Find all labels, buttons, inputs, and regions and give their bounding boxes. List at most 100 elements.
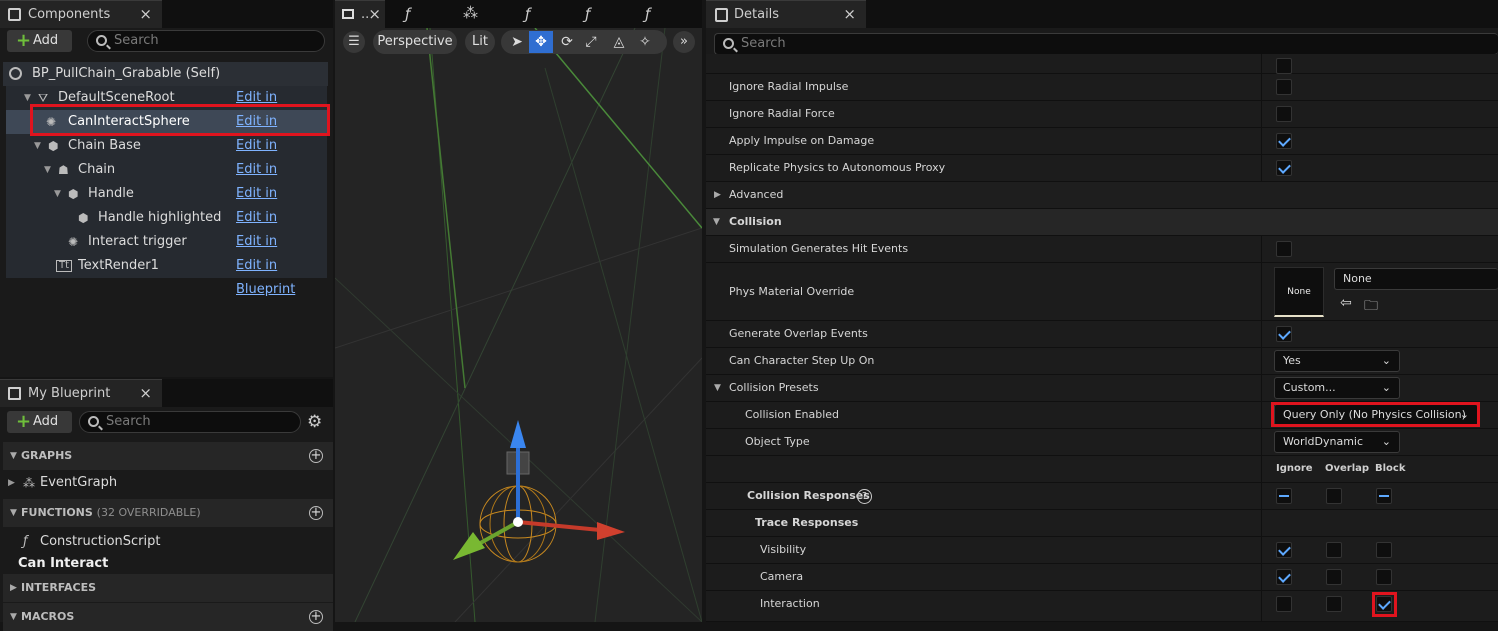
visibility-ignore-checkbox[interactable]	[1276, 542, 1292, 558]
graph-tab-icon[interactable]: ⁂	[463, 4, 478, 22]
responses-overlap-checkbox[interactable]	[1326, 488, 1342, 504]
viewport-scene	[335, 28, 702, 622]
interaction-ignore-checkbox[interactable]	[1276, 596, 1292, 612]
collision-responses-row: Collision Responses ?	[706, 483, 1498, 510]
can-interact-item[interactable]: Can Interact	[3, 553, 333, 575]
expand-arrow-icon: ▼	[54, 189, 61, 199]
selection-highlight-box	[30, 104, 330, 136]
overlap-events-checkbox[interactable]	[1276, 326, 1292, 342]
blueprint-search-input[interactable]: Search	[79, 411, 301, 433]
apply-impulse-row: Apply Impulse on Damage	[706, 128, 1498, 155]
collision-presets-row: ▼ Collision Presets Custom... ⌄	[706, 375, 1498, 402]
details-icon	[715, 8, 728, 22]
partial-checkbox[interactable]	[1276, 58, 1292, 74]
column-ignore: Ignore	[1276, 463, 1313, 474]
tab-components[interactable]: Components ×	[0, 0, 162, 28]
gear-icon[interactable]: ⚙	[307, 412, 322, 432]
help-icon[interactable]: ?	[857, 489, 872, 504]
tab-viewport[interactable]: .. ×	[335, 0, 385, 28]
sim-hit-events-checkbox[interactable]	[1276, 241, 1292, 257]
function-tab-icon[interactable]: ƒ	[585, 5, 590, 23]
tree-item-chain[interactable]: ▼ ☗ Chain Edit in Blueprint	[6, 158, 327, 201]
scale-tool-icon[interactable]: ⤢	[579, 31, 603, 53]
ignore-radial-force-checkbox[interactable]	[1276, 106, 1292, 122]
green-axis-line	[534, 28, 702, 229]
close-icon[interactable]: ×	[368, 1, 381, 28]
interaction-block-highlight-box	[1372, 592, 1397, 617]
close-icon[interactable]: ×	[139, 1, 152, 28]
perspective-button[interactable]: Perspective	[373, 30, 457, 54]
ignore-radial-impulse-checkbox[interactable]	[1276, 79, 1292, 95]
replicate-physics-row: Replicate Physics to Autonomous Proxy	[706, 155, 1498, 182]
visibility-block-checkbox[interactable]	[1376, 542, 1392, 558]
components-icon	[8, 8, 21, 21]
rotate-tool-icon[interactable]: ⟳	[555, 31, 579, 53]
responses-ignore-checkbox[interactable]	[1276, 488, 1292, 504]
responses-block-checkbox[interactable]	[1376, 488, 1392, 504]
graphs-section[interactable]: ▼ GRAPHS +	[3, 442, 333, 470]
surface-snap-icon[interactable]: ✧	[633, 31, 657, 53]
close-icon[interactable]: ×	[843, 1, 856, 28]
interfaces-section[interactable]: ▶ INTERFACES	[3, 574, 333, 602]
tree-item-handle[interactable]: ▼ ⬢ Handle Edit in Blueprint	[6, 182, 327, 225]
event-graph-item[interactable]: ▶ ⁂ EventGraph	[3, 472, 333, 494]
lit-button[interactable]: Lit	[465, 30, 495, 54]
object-type-dropdown[interactable]: WorldDynamic ⌄	[1274, 431, 1400, 453]
browse-icon[interactable]: 🗀	[1364, 295, 1378, 319]
viewport-panel[interactable]: .. × ƒ ⁂ ƒ ƒ ƒ ☰ Perspective Lit ➤ ✥ ⟳ ⤢…	[335, 0, 702, 622]
select-cursor-icon[interactable]: ➤	[505, 31, 529, 53]
apply-impulse-checkbox[interactable]	[1276, 133, 1292, 149]
use-selected-icon[interactable]: ⇦	[1340, 295, 1352, 311]
components-panel: Components × + Add Search BP_PullChain_G…	[0, 0, 333, 377]
add-function-icon[interactable]: +	[309, 506, 323, 520]
components-tabbar: Components ×	[0, 0, 333, 28]
expand-arrow-icon[interactable]: ▼	[714, 375, 721, 401]
close-icon[interactable]: ×	[139, 380, 152, 407]
tab-my-blueprint[interactable]: My Blueprint ×	[0, 379, 162, 407]
add-graph-icon[interactable]: +	[309, 449, 323, 463]
hamburger-menu-icon[interactable]: ☰	[343, 31, 365, 53]
ignore-radial-force-row: Ignore Radial Force	[706, 101, 1498, 128]
step-up-dropdown[interactable]: Yes ⌄	[1274, 350, 1400, 372]
advanced-row[interactable]: ▶ Advanced	[706, 182, 1498, 209]
my-blueprint-panel: My Blueprint × + Add Search ⚙ ▼ GRAPHS +…	[0, 379, 333, 631]
tree-item-handle-highlighted[interactable]: ⬢ Handle highlighted Edit in Blueprint	[6, 206, 327, 249]
collision-section[interactable]: ▼ Collision	[706, 209, 1498, 236]
search-icon	[96, 35, 107, 46]
collapse-arrow-icon: ▶	[714, 190, 721, 200]
replicate-physics-checkbox[interactable]	[1276, 160, 1292, 176]
collision-presets-dropdown[interactable]: Custom... ⌄	[1274, 377, 1400, 399]
self-row[interactable]: BP_PullChain_Grabable (Self)	[3, 62, 328, 86]
tab-details[interactable]: Details ×	[706, 0, 866, 28]
components-search-input[interactable]: Search	[87, 30, 325, 52]
function-tab-icon[interactable]: ƒ	[645, 5, 650, 23]
tree-item-textrender1[interactable]: Tt TextRender1 Edit in Blueprint	[6, 254, 327, 297]
static-mesh-icon: ⬢	[68, 187, 79, 201]
construction-script-item[interactable]: ƒ ConstructionScript	[3, 531, 333, 553]
camera-overlap-checkbox[interactable]	[1326, 569, 1342, 585]
macros-section[interactable]: ▼ MACROS +	[3, 603, 333, 631]
tree-item-chain-base[interactable]: ▼ ⬢ Chain Base Edit in Blueprint	[6, 134, 327, 177]
add-component-button[interactable]: + Add	[7, 30, 72, 52]
world-local-icon[interactable]: ◬	[607, 31, 631, 53]
camera-block-checkbox[interactable]	[1376, 569, 1392, 585]
expand-arrow-icon: ▼	[713, 217, 720, 227]
material-thumbnail[interactable]: None	[1274, 267, 1324, 317]
details-panel: Details × Search Ignore Radial Impulse I…	[706, 0, 1498, 622]
edit-in-blueprint-link[interactable]: Edit in Blueprint	[236, 254, 327, 302]
expand-arrow-icon: ▼	[10, 612, 17, 622]
function-tab-icon[interactable]: ƒ	[405, 5, 410, 23]
step-up-row: Can Character Step Up On Yes ⌄	[706, 348, 1498, 375]
phys-material-dropdown[interactable]: None	[1334, 268, 1498, 290]
tree-item-interact-trigger[interactable]: ✺ Interact trigger Edit in Blueprint	[6, 230, 327, 273]
move-tool-icon[interactable]: ✥	[529, 31, 553, 53]
details-search-input[interactable]: Search	[714, 33, 1498, 55]
visibility-overlap-checkbox[interactable]	[1326, 542, 1342, 558]
functions-section[interactable]: ▼ FUNCTIONS (32 OVERRIDABLE) +	[3, 499, 333, 527]
camera-ignore-checkbox[interactable]	[1276, 569, 1292, 585]
function-icon: ƒ	[23, 534, 28, 549]
interaction-overlap-checkbox[interactable]	[1326, 596, 1342, 612]
function-tab-icon[interactable]: ƒ	[525, 5, 530, 23]
more-options-icon[interactable]: »	[673, 31, 695, 53]
add-blueprint-item-button[interactable]: + Add	[7, 411, 72, 433]
